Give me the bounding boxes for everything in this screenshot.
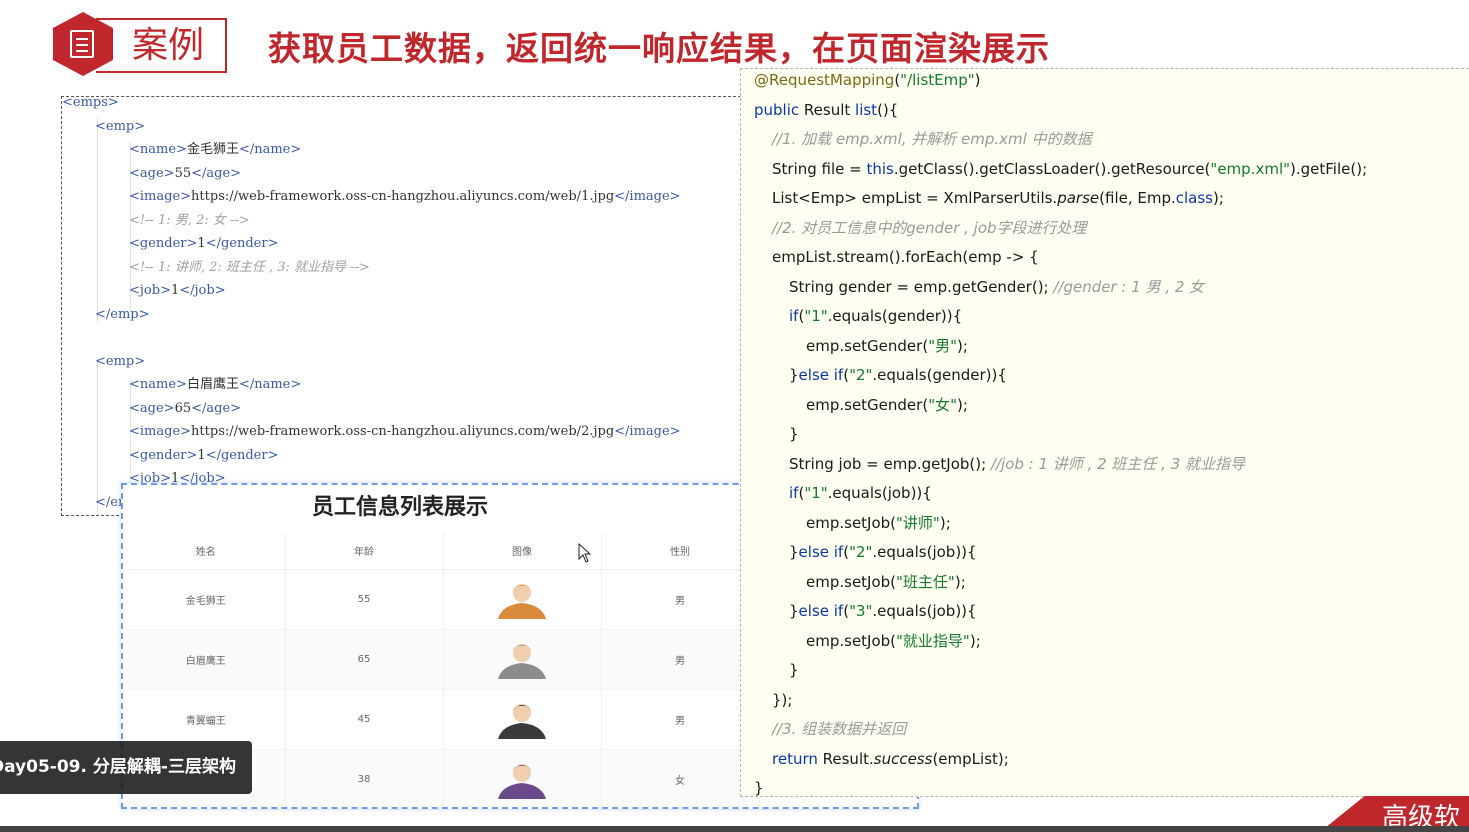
xml-line: <image>https://web-framework.oss-cn-hang… (129, 424, 681, 439)
cell-avatar (443, 749, 602, 807)
code-line: String file = this.getClass().getClassLo… (772, 159, 1368, 178)
cell-name: 青翼蝠王 (127, 689, 286, 750)
code-line: String gender = emp.getGender(); //gende… (789, 277, 1205, 296)
code-line: empList.stream().forEach(emp -> { (772, 248, 1039, 266)
code-line: }else if("3".equals(job)){ (789, 602, 977, 620)
table-header-row: 姓名 年龄 图像 性别 (127, 533, 760, 570)
xml-line: <age>65</age> (129, 400, 242, 416)
cell-name: 金毛狮王 (127, 569, 286, 630)
cell-gender: 男 (601, 629, 760, 690)
table-row: 金毛狮王 55 男 (127, 569, 760, 630)
xml-line: <emps> (62, 96, 119, 110)
code-line: //3. 组装数据并返回 (772, 720, 907, 738)
code-line: emp.setGender("男"); (806, 336, 968, 355)
cell-gender: 男 (601, 689, 760, 750)
xml-line: <name>金毛狮王</name> (129, 142, 302, 157)
slide-title: 获取员工数据，返回统一响应结果，在页面渲染展示 (268, 29, 1050, 68)
avatar-icon (498, 644, 546, 679)
code-line: //2. 对员工信息中的gender , job字段进行处理 (772, 218, 1087, 237)
xml-line: <gender>1</gender> (129, 447, 279, 463)
case-tag: 案例 (96, 18, 227, 73)
code-line: }else if("2".equals(gender)){ (789, 366, 1007, 384)
xml-line: <emp> (95, 353, 146, 369)
code-line: emp.setGender("女"); (806, 395, 968, 414)
cell-age: 45 (285, 689, 444, 750)
code-line: //1. 加载 emp.xml, 并解析 emp.xml 中的数据 (772, 130, 1092, 148)
code-line: emp.setJob("班主任"); (806, 572, 966, 591)
avatar-icon (498, 764, 546, 799)
mouse-pointer-icon (578, 543, 592, 563)
avatar-icon (498, 584, 546, 619)
code-line: }else if("2".equals(job)){ (789, 543, 977, 561)
code-line: } (789, 425, 799, 443)
code-line: public Result list(){ (754, 100, 899, 119)
cell-gender: 男 (601, 569, 760, 630)
code-line: emp.setJob("就业指导"); (806, 631, 981, 650)
xml-line: <emp> (95, 118, 146, 134)
xml-line: </emp> (95, 306, 150, 322)
cell-avatar (443, 629, 602, 690)
xml-line: <name>白眉鹰王</name> (129, 377, 302, 392)
code-line: } (789, 661, 799, 679)
xml-line: <job>1</job> (129, 283, 226, 298)
code-line: } (754, 779, 764, 797)
xml-line: <gender>1</gender> (129, 236, 279, 251)
code-line: return Result.success(empList); (772, 749, 1009, 768)
code-line: if("1".equals(job)){ (789, 484, 932, 502)
cell-avatar (443, 689, 602, 750)
video-progress-bar[interactable] (0, 826, 1469, 832)
episode-caption: Day05-09. 分层解耦-三层架构 (0, 741, 252, 794)
column-header: 性别 (601, 533, 760, 570)
cell-name: 白眉鹰王 (127, 629, 286, 690)
xml-line: <!-- 1: 男, 2: 女 --> (129, 212, 250, 228)
column-header: 姓名 (127, 533, 286, 570)
code-line: }); (772, 690, 793, 709)
code-line: emp.setJob("讲师"); (806, 513, 951, 532)
column-header: 年龄 (285, 533, 444, 570)
cell-age: 65 (285, 629, 444, 690)
xml-code-panel: <emps> <emp> <name>金毛狮王</name> <age>55</age… (61, 96, 751, 516)
code-line: @RequestMapping("/listEmp") (754, 71, 981, 89)
java-code-panel: @RequestMapping("/listEmp") public Result… (740, 68, 1469, 797)
avatar-icon (498, 704, 546, 739)
cell-age: 38 (285, 749, 444, 807)
cell-avatar (443, 569, 602, 630)
table-row: 青翼蝠王 45 男 (127, 689, 760, 750)
code-line: if("1".equals(gender)){ (789, 307, 963, 325)
cell-gender: 女 (601, 749, 760, 807)
xml-line: <!-- 1: 讲师, 2: 班主任 , 3: 就业指导 --> (129, 259, 370, 275)
table-row: 白眉鹰王 65 男 (127, 629, 760, 690)
xml-line: <age>55</age> (129, 165, 242, 181)
code-line: List<Emp> empList = XmlParserUtils.parse… (772, 189, 1224, 207)
code-line: String job = emp.getJob(); //job : 1 讲师 … (789, 454, 1246, 473)
cell-age: 55 (285, 569, 444, 630)
xml-line: <image>https://web-framework.oss-cn-hang… (129, 189, 681, 204)
